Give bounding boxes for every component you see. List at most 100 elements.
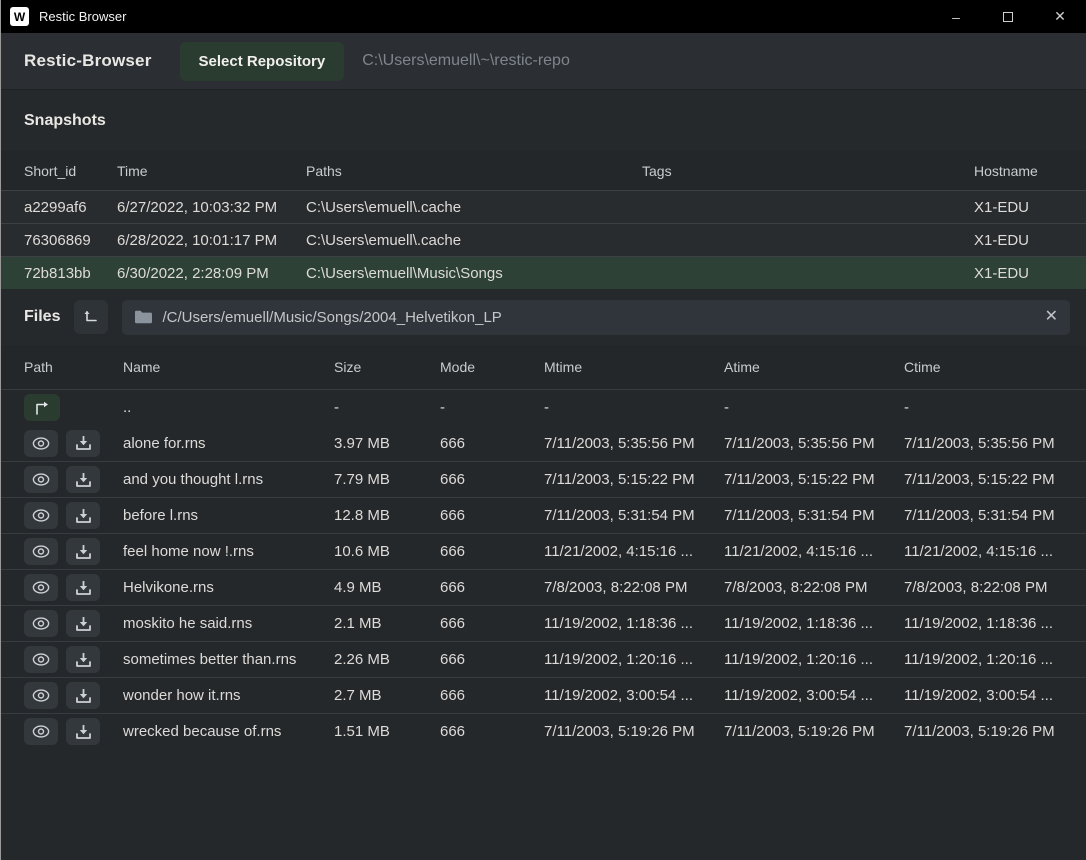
file-mode: 666 [440, 435, 544, 452]
snapshot-short-id: 76306869 [24, 232, 117, 249]
file-atime: 7/11/2003, 5:19:26 PM [724, 723, 904, 740]
file-ctime: 7/11/2003, 5:19:26 PM [904, 723, 1070, 740]
download-icon [76, 545, 91, 559]
select-repository-button[interactable]: Select Repository [180, 42, 345, 81]
snapshots-table-header: Short_id Time Paths Tags Hostname [1, 151, 1086, 190]
download-button[interactable] [66, 538, 100, 565]
snapshot-row[interactable]: a2299af6 6/27/2022, 10:03:32 PM C:\Users… [1, 190, 1086, 223]
snap-col-time: Time [117, 163, 306, 179]
file-row[interactable]: Helvikone.rns 4.9 MB 666 7/8/2003, 8:22:… [1, 569, 1086, 605]
file-name: .. [123, 399, 334, 416]
app-window: W Restic Browser – ✕ Restic-Browser Sele… [0, 0, 1086, 860]
download-button[interactable] [66, 718, 100, 745]
file-ctime: - [904, 399, 1070, 416]
current-path-input[interactable]: /C/Users/emuell/Music/Songs/2004_Helveti… [122, 300, 1070, 335]
file-row[interactable]: before l.rns 12.8 MB 666 7/11/2003, 5:31… [1, 497, 1086, 533]
snapshot-row[interactable]: 76306869 6/28/2022, 10:01:17 PM C:\Users… [1, 223, 1086, 256]
file-size: 4.9 MB [334, 579, 440, 596]
preview-button[interactable] [24, 538, 58, 565]
folder-icon [135, 310, 152, 324]
file-row[interactable]: wonder how it.rns 2.7 MB 666 11/19/2002,… [1, 677, 1086, 713]
preview-button[interactable] [24, 682, 58, 709]
maximize-button[interactable] [982, 0, 1034, 33]
download-button[interactable] [66, 502, 100, 529]
file-mode: 666 [440, 687, 544, 704]
file-mode: - [440, 399, 544, 416]
snapshot-paths: C:\Users\emuell\.cache [306, 199, 642, 216]
file-row[interactable]: moskito he said.rns 2.1 MB 666 11/19/200… [1, 605, 1086, 641]
download-icon [76, 581, 91, 595]
file-mtime: - [544, 399, 724, 416]
close-button[interactable]: ✕ [1034, 0, 1086, 33]
file-mtime: 7/8/2003, 8:22:08 PM [544, 579, 724, 596]
wails-logo-icon: W [10, 7, 29, 26]
snapshots-title: Snapshots [24, 112, 106, 130]
file-row[interactable]: sometimes better than.rns 2.26 MB 666 11… [1, 641, 1086, 677]
download-button[interactable] [66, 682, 100, 709]
eye-icon [32, 617, 50, 630]
eye-icon [32, 581, 50, 594]
download-button[interactable] [66, 466, 100, 493]
app-title: Restic-Browser [24, 51, 152, 71]
preview-button[interactable] [24, 718, 58, 745]
file-atime: 7/11/2003, 5:35:56 PM [724, 435, 904, 452]
parent-directory-button[interactable] [74, 300, 108, 334]
file-atime: 7/11/2003, 5:15:22 PM [724, 471, 904, 488]
download-button[interactable] [66, 430, 100, 457]
file-ctime: 7/11/2003, 5:15:22 PM [904, 471, 1070, 488]
minimize-button[interactable]: – [930, 0, 982, 33]
preview-button[interactable] [24, 466, 58, 493]
file-mode: 666 [440, 723, 544, 740]
download-button[interactable] [66, 610, 100, 637]
current-path-text: /C/Users/emuell/Music/Songs/2004_Helveti… [162, 309, 1034, 326]
file-row[interactable]: feel home now !.rns 10.6 MB 666 11/21/20… [1, 533, 1086, 569]
snapshot-paths: C:\Users\emuell\.cache [306, 232, 642, 249]
preview-button[interactable] [24, 610, 58, 637]
file-row[interactable]: and you thought l.rns 7.79 MB 666 7/11/2… [1, 461, 1086, 497]
file-size: 1.51 MB [334, 723, 440, 740]
file-ctime: 11/19/2002, 1:18:36 ... [904, 615, 1070, 632]
file-mode: 666 [440, 471, 544, 488]
download-icon [76, 689, 91, 703]
clear-icon: ✕ [1045, 308, 1058, 325]
preview-button[interactable] [24, 430, 58, 457]
clear-path-button[interactable]: ✕ [1045, 309, 1058, 325]
file-name: sometimes better than.rns [123, 651, 334, 668]
file-ctime: 7/11/2003, 5:35:56 PM [904, 435, 1070, 452]
file-row[interactable]: alone for.rns 3.97 MB 666 7/11/2003, 5:3… [1, 425, 1086, 461]
download-button[interactable] [66, 646, 100, 673]
file-atime: 11/19/2002, 1:18:36 ... [724, 615, 904, 632]
app-header: Restic-Browser Select Repository C:\User… [1, 33, 1086, 89]
files-table-body: alone for.rns 3.97 MB 666 7/11/2003, 5:3… [1, 425, 1086, 749]
file-size: 2.26 MB [334, 651, 440, 668]
titlebar: W Restic Browser – ✕ [1, 0, 1086, 33]
file-mtime: 11/21/2002, 4:15:16 ... [544, 543, 724, 560]
eye-icon [32, 473, 50, 486]
parent-directory-row[interactable]: .. - - - - - [1, 389, 1086, 425]
download-button[interactable] [66, 574, 100, 601]
file-mtime: 11/19/2002, 1:18:36 ... [544, 615, 724, 632]
go-up-button[interactable] [24, 394, 60, 421]
snapshot-time: 6/27/2022, 10:03:32 PM [117, 199, 306, 216]
file-row[interactable]: wrecked because of.rns 1.51 MB 666 7/11/… [1, 713, 1086, 749]
file-atime: 11/19/2002, 3:00:54 ... [724, 687, 904, 704]
file-size: 2.1 MB [334, 615, 440, 632]
file-col-mode: Mode [440, 359, 544, 375]
snapshot-hostname: X1-EDU [974, 265, 1070, 282]
snapshot-short-id: 72b813bb [24, 265, 117, 282]
download-icon [76, 473, 91, 487]
file-ctime: 11/21/2002, 4:15:16 ... [904, 543, 1070, 560]
arrow-up-from-line-icon [83, 309, 99, 325]
eye-icon [32, 509, 50, 522]
preview-button[interactable] [24, 502, 58, 529]
file-size: - [334, 399, 440, 416]
preview-button[interactable] [24, 574, 58, 601]
snapshots-section-header: Snapshots [1, 89, 1086, 151]
repository-path: C:\Users\emuell\~\restic-repo [362, 52, 570, 70]
file-atime: - [724, 399, 904, 416]
snapshot-row-selected[interactable]: 72b813bb 6/30/2022, 2:28:09 PM C:\Users\… [1, 256, 1086, 289]
download-icon [76, 725, 91, 739]
preview-button[interactable] [24, 646, 58, 673]
eye-icon [32, 725, 50, 738]
file-size: 2.7 MB [334, 687, 440, 704]
